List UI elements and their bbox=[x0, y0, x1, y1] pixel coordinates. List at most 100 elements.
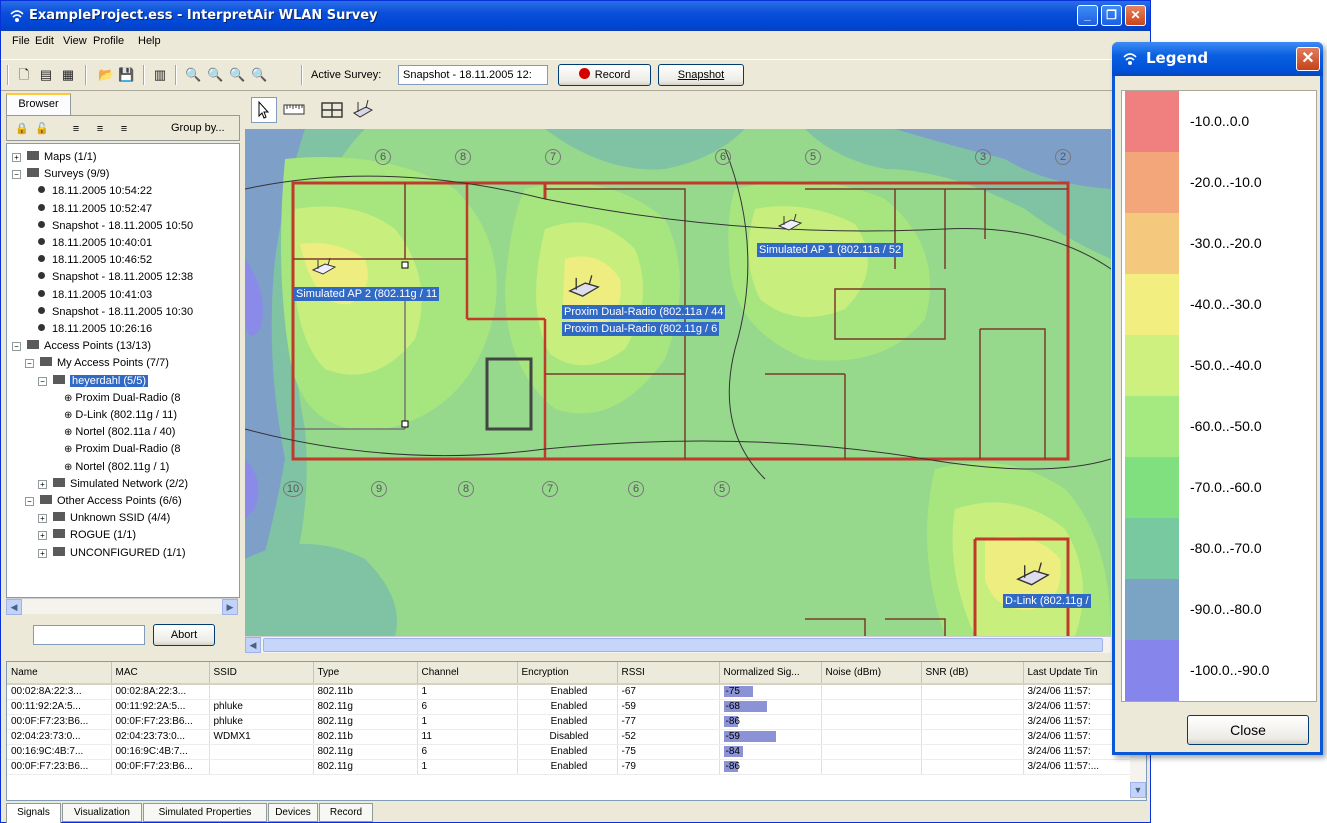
collapse-icon[interactable]: ≡ bbox=[93, 122, 107, 136]
collapse-icon[interactable]: − bbox=[25, 359, 34, 369]
column-header[interactable]: Type bbox=[313, 662, 418, 685]
table-row[interactable]: 00:0F:F7:23:B6... 00:0F:F7:23:B6... phluke… bbox=[7, 714, 1132, 730]
tree-item[interactable]: Snapshot - 18.11.2005 10:50 bbox=[38, 218, 193, 235]
scroll-down-icon[interactable]: ▼ bbox=[1130, 782, 1146, 798]
access-point-tool-icon[interactable] bbox=[349, 97, 375, 123]
tree-item[interactable]: − Access Points (13/13) bbox=[12, 338, 151, 355]
access-point-icon[interactable] bbox=[1015, 561, 1051, 589]
tree-item[interactable]: − Surveys (9/9) bbox=[12, 166, 109, 183]
table-row[interactable]: 02:04:23:73:0... 02:04:23:73:0... WDMX1 802… bbox=[7, 729, 1132, 745]
ap-label-dlink[interactable]: D-Link (802.11g / bbox=[1003, 594, 1091, 608]
new-file-icon[interactable]: 🗋 bbox=[16, 67, 32, 83]
tree-item[interactable]: + Unknown SSID (4/4) bbox=[38, 510, 170, 527]
tree-item[interactable]: 18.11.2005 10:46:52 bbox=[38, 252, 152, 269]
unlock-icon[interactable]: 🔓 bbox=[35, 122, 49, 136]
tree-item[interactable]: − Other Access Points (6/6) bbox=[25, 493, 182, 510]
column-header[interactable]: Name bbox=[7, 662, 112, 685]
tree-item[interactable]: ⊕ Proxim Dual-Radio (8 bbox=[64, 441, 181, 458]
column-header[interactable]: MAC bbox=[111, 662, 210, 685]
tree-item[interactable]: 18.11.2005 10:41:03 bbox=[38, 287, 152, 304]
save-icon[interactable]: 💾 bbox=[118, 67, 134, 83]
tree-item[interactable]: − My Access Points (7/7) bbox=[25, 355, 169, 372]
minimize-button[interactable]: _ bbox=[1077, 5, 1098, 26]
group-by-button[interactable]: Group by... bbox=[171, 122, 225, 134]
browser-filter-input[interactable] bbox=[33, 625, 145, 645]
floor-plan-heatmap[interactable]: 6 8 7 6 5 3 2 10 9 8 7 6 5 Simulated AP … bbox=[245, 129, 1111, 636]
tab-devices[interactable]: Devices bbox=[268, 803, 318, 822]
close-button[interactable]: ✕ bbox=[1125, 5, 1146, 26]
new-project-icon[interactable]: ▤ bbox=[38, 67, 54, 83]
tree-item[interactable]: 18.11.2005 10:40:01 bbox=[38, 235, 152, 252]
collapse-icon[interactable]: − bbox=[12, 170, 21, 180]
legend-close-icon[interactable]: ✕ bbox=[1296, 47, 1320, 71]
tab-record[interactable]: Record bbox=[319, 803, 373, 822]
menu-profile[interactable]: Profile bbox=[93, 35, 124, 47]
expand-icon[interactable]: + bbox=[12, 153, 21, 162]
tree-item[interactable]: Snapshot - 18.11.2005 10:30 bbox=[38, 304, 193, 321]
tab-signals[interactable]: Signals bbox=[6, 803, 61, 823]
lock-icon[interactable]: 🔒 bbox=[15, 122, 29, 136]
column-header[interactable]: RSSI bbox=[617, 662, 720, 685]
tree-item[interactable]: Snapshot - 18.11.2005 12:38 bbox=[38, 269, 193, 286]
tree-item[interactable]: − heyerdahl (5/5) bbox=[38, 373, 148, 390]
ruler-tool-icon[interactable] bbox=[281, 97, 307, 123]
table-row[interactable]: 00:02:8A:22:3... 00:02:8A:22:3... 802.11b 1… bbox=[7, 684, 1132, 700]
ap-label-simulated-ap-2[interactable]: Simulated AP 2 (802.11g / 11 bbox=[294, 287, 440, 301]
tree-item[interactable]: ⊕ Nortel (802.11a / 40) bbox=[64, 424, 175, 441]
tree-item[interactable]: 18.11.2005 10:26:16 bbox=[38, 321, 152, 338]
tree-item[interactable]: ⊕ D-Link (802.11g / 11) bbox=[64, 407, 177, 424]
menu-help[interactable]: Help bbox=[138, 35, 161, 47]
collapse-icon[interactable]: − bbox=[38, 376, 47, 386]
collapse-icon[interactable]: − bbox=[12, 342, 21, 352]
tree-item[interactable]: + UNCONFIGURED (1/1) bbox=[38, 545, 186, 562]
legend-title-bar[interactable]: Legend ✕ bbox=[1112, 42, 1323, 76]
tree-item[interactable]: ⊕ Proxim Dual-Radio (8 bbox=[64, 390, 181, 407]
tree-item[interactable]: 18.11.2005 10:54:22 bbox=[38, 183, 152, 200]
menu-edit[interactable]: Edit bbox=[35, 35, 54, 47]
table-row[interactable]: 00:16:9C:4B:7... 00:16:9C:4B:7... 802.11g 6… bbox=[7, 744, 1132, 760]
indent-icon[interactable]: ≡ bbox=[117, 122, 131, 136]
ap-label-proxim-a[interactable]: Proxim Dual-Radio (802.11a / 44 bbox=[562, 305, 726, 319]
expand-icon[interactable]: ≡ bbox=[69, 122, 83, 136]
access-point-icon[interactable] bbox=[567, 274, 601, 300]
scroll-right-icon[interactable]: ▶ bbox=[222, 599, 238, 615]
title-bar[interactable]: ExampleProject.ess - InterpretAir WLAN S… bbox=[1, 1, 1150, 31]
zoom-fit-icon[interactable]: 🔍 bbox=[251, 67, 267, 83]
column-header[interactable]: Channel bbox=[417, 662, 518, 685]
column-header[interactable]: Noise (dBm) bbox=[821, 662, 922, 685]
calculator-icon[interactable]: ▥ bbox=[152, 67, 168, 83]
open-folder-icon[interactable]: 📂 bbox=[98, 67, 114, 83]
pointer-tool-icon[interactable] bbox=[251, 97, 277, 123]
scroll-left-icon[interactable]: ◀ bbox=[245, 637, 261, 653]
expand-icon[interactable]: + bbox=[38, 548, 47, 558]
map-scroll-thumb[interactable] bbox=[263, 638, 1103, 652]
copy-icon[interactable]: ▦ bbox=[60, 67, 76, 83]
record-button[interactable]: Record bbox=[558, 64, 651, 86]
ap-label-simulated-ap-1[interactable]: Simulated AP 1 (802.11a / 52 bbox=[757, 243, 904, 257]
tab-simulated-properties[interactable]: Simulated Properties bbox=[143, 803, 267, 822]
zoom-out-icon[interactable]: 🔍 bbox=[229, 67, 245, 83]
ap-label-proxim-g[interactable]: Proxim Dual-Radio (802.11g / 6 bbox=[562, 322, 720, 336]
restore-button[interactable]: ❐ bbox=[1101, 5, 1122, 26]
snapshot-button[interactable]: Snapshot bbox=[658, 64, 744, 86]
tree-item[interactable]: 18.11.2005 10:52:47 bbox=[38, 201, 152, 218]
column-header[interactable]: Normalized Sig... bbox=[719, 662, 822, 685]
zoom-in-icon[interactable]: 🔍 bbox=[207, 67, 223, 83]
tree-item[interactable]: + Simulated Network (2/2) bbox=[38, 476, 188, 493]
tab-visualization[interactable]: Visualization bbox=[62, 803, 142, 822]
column-header[interactable]: SSID bbox=[209, 662, 314, 685]
zoom-icon[interactable]: 🔍 bbox=[185, 67, 201, 83]
expand-icon[interactable]: + bbox=[38, 514, 47, 524]
scroll-left-icon[interactable]: ◀ bbox=[6, 599, 22, 615]
menu-file[interactable]: File bbox=[12, 35, 30, 47]
table-row[interactable]: 00:0F:F7:23:B6... 00:0F:F7:23:B6... 802.11… bbox=[7, 759, 1132, 775]
tree-item[interactable]: + ROGUE (1/1) bbox=[38, 527, 136, 544]
wall-tool-icon[interactable] bbox=[319, 97, 345, 123]
access-point-icon[interactable] bbox=[311, 257, 337, 277]
table-row[interactable]: 00:11:92:2A:5... 00:11:92:2A:5... phluke 80… bbox=[7, 699, 1132, 715]
expand-icon[interactable]: + bbox=[38, 531, 47, 541]
tree-item[interactable]: ⊕ Nortel (802.11g / 1) bbox=[64, 459, 169, 476]
menu-view[interactable]: View bbox=[63, 35, 87, 47]
column-header[interactable]: SNR (dB) bbox=[921, 662, 1024, 685]
tree-item[interactable]: + Maps (1/1) bbox=[12, 149, 97, 166]
